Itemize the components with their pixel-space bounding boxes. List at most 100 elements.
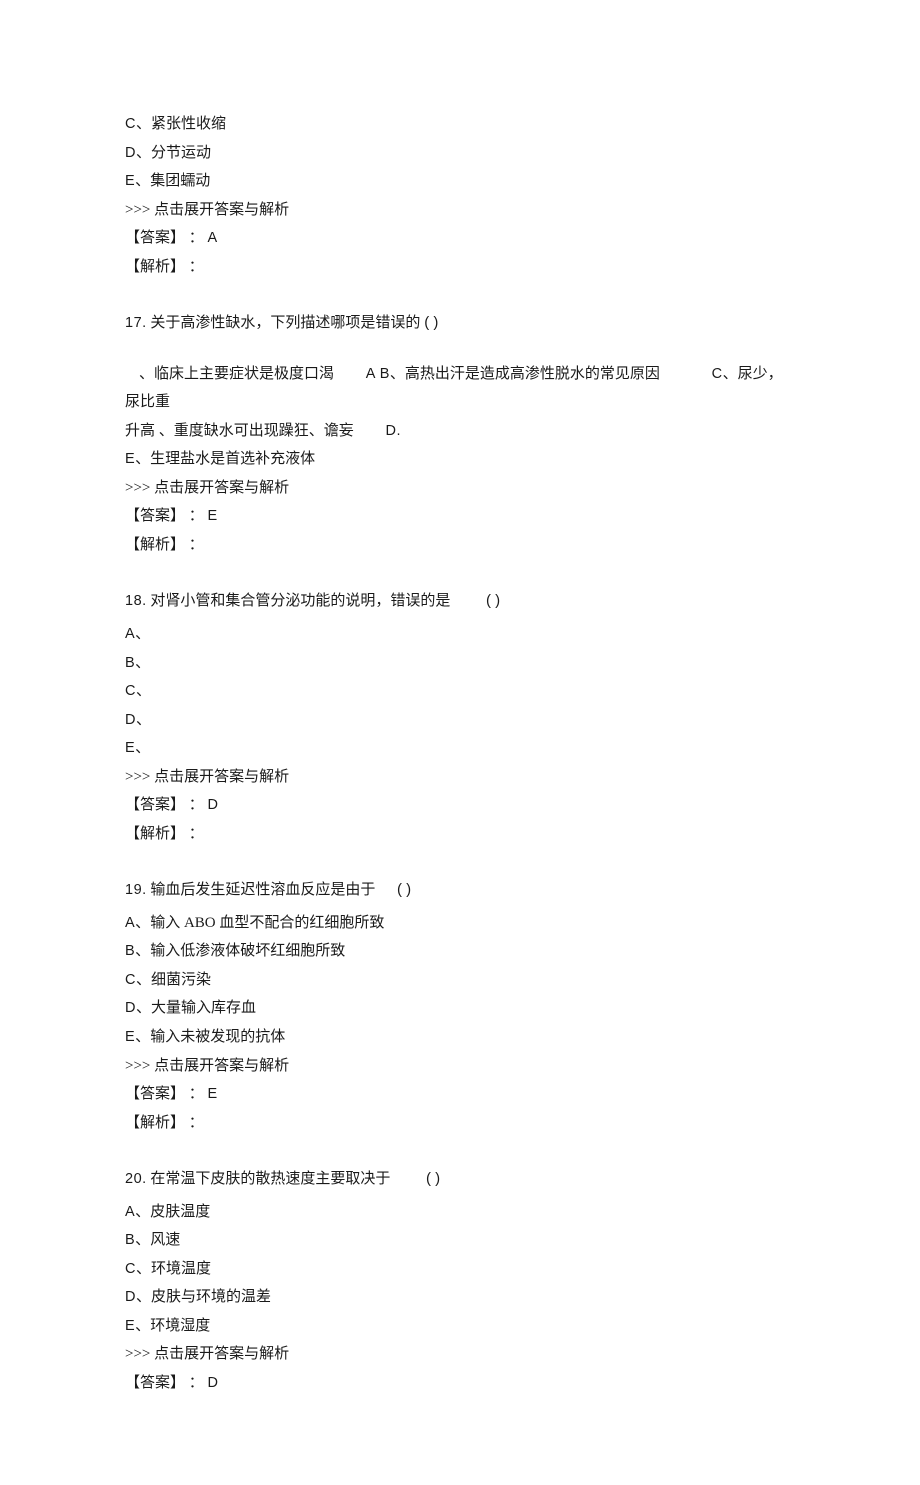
- option-c: C、紧张性收缩: [125, 110, 795, 139]
- option-tag: C: [125, 972, 136, 988]
- option-c: C、环境温度: [125, 1255, 795, 1284]
- question-18: 18. 对肾小管和集合管分泌功能的说明，错误的是 ( ) A、 B、 C、 D、…: [125, 587, 795, 848]
- option-d: D、皮肤与环境的温差: [125, 1283, 795, 1312]
- option-e: E、: [125, 734, 795, 763]
- option-tag: E: [125, 1029, 135, 1045]
- option-wrap-text: 升高 、重度缺水可出现躁狂、谵妄: [125, 423, 354, 439]
- option-tag: A: [125, 1204, 135, 1220]
- answer-line: 【答案】 ： A: [125, 224, 795, 253]
- explanation-line: 【解析】 ：: [125, 820, 795, 849]
- option-tag: E: [125, 740, 135, 756]
- option-e: E、环境湿度: [125, 1312, 795, 1341]
- explanation-line: 【解析】 ：: [125, 253, 795, 282]
- answer-line: 【答案】 ： E: [125, 1080, 795, 1109]
- paren: ( ): [426, 1170, 440, 1187]
- document-page: C、紧张性收缩 D、分节运动 E、集团蠕动 >>> 点击展开答案与解析 【答案】…: [0, 0, 920, 1485]
- answer-line: 【答案】 ： D: [125, 1369, 795, 1398]
- question-number: 20.: [125, 1171, 147, 1187]
- option-text: 集团蠕动: [150, 173, 210, 189]
- question-19: 19. 输血后发生延迟性溶血反应是由于 ( ) A、输入 ABO 血型不配合的红…: [125, 876, 795, 1137]
- paren: ( ): [397, 881, 411, 898]
- question-17: 17. 关于高渗性缺水，下列描述哪项是错误的 ( ) 、临床上主要症状是极度口渴…: [125, 309, 795, 559]
- stem-text: 关于高渗性缺水，下列描述哪项是错误的: [150, 315, 420, 331]
- option-text: 输入未被发现的抗体: [150, 1029, 285, 1045]
- question-number: 17.: [125, 315, 147, 331]
- option-tag: D: [125, 1000, 136, 1016]
- paren: ( ): [424, 314, 438, 331]
- answer-line: 【答案】 ： E: [125, 502, 795, 531]
- paren: ( ): [486, 592, 500, 609]
- option-text: 分节运动: [151, 145, 211, 161]
- expand-answer-link[interactable]: >>> 点击展开答案与解析: [125, 1052, 795, 1081]
- option-tag: E: [125, 173, 135, 189]
- expand-answer-link[interactable]: >>> 点击展开答案与解析: [125, 474, 795, 503]
- option-tag: C: [125, 1261, 136, 1277]
- answer-label: 【答案】 ：: [125, 230, 204, 246]
- option-e: E、输入未被发现的抗体: [125, 1023, 795, 1052]
- answer-value: E: [208, 1086, 218, 1102]
- option-b-text: 、高热出汗是造成高渗性脱水的常见原因: [390, 366, 660, 382]
- question-stem: 18. 对肾小管和集合管分泌功能的说明，错误的是 ( ): [125, 587, 795, 616]
- option-text: 大量输入库存血: [151, 1000, 256, 1016]
- option-b-tag: B: [380, 366, 390, 382]
- option-text: 环境湿度: [150, 1318, 210, 1334]
- option-c-tag: C: [712, 366, 723, 382]
- option-text: 输入 ABO 血型不配合的红细胞所致: [150, 915, 384, 931]
- expand-answer-link[interactable]: >>> 点击展开答案与解析: [125, 1340, 795, 1369]
- expand-answer-link[interactable]: >>> 点击展开答案与解析: [125, 196, 795, 225]
- option-text: 风速: [150, 1232, 180, 1248]
- option-tag: B: [125, 1232, 135, 1248]
- question-stem: 20. 在常温下皮肤的散热速度主要取决于 ( ): [125, 1165, 795, 1194]
- option-tag: A: [125, 915, 135, 931]
- option-b: B、: [125, 649, 795, 678]
- answer-label: 【答案】 ：: [125, 797, 204, 813]
- question-number: 18.: [125, 593, 147, 609]
- option-a-text: 、临床上主要症状是极度口渴: [139, 366, 334, 382]
- option-tag: D: [125, 145, 136, 161]
- option-a-tag: A: [366, 366, 376, 382]
- answer-label: 【答案】 ：: [125, 508, 204, 524]
- question-stem: 17. 关于高渗性缺水，下列描述哪项是错误的 ( ): [125, 309, 795, 338]
- answer-line: 【答案】 ： D: [125, 791, 795, 820]
- option-a: A、皮肤温度: [125, 1198, 795, 1227]
- option-text: 环境温度: [151, 1261, 211, 1277]
- option-tag: A: [125, 626, 135, 642]
- option-d: D、: [125, 706, 795, 735]
- option-tag: E: [125, 451, 135, 467]
- option-d: D、大量输入库存血: [125, 994, 795, 1023]
- options-line-2: 升高 、重度缺水可出现躁狂、谵妄 D.: [125, 417, 795, 446]
- expand-answer-link[interactable]: >>> 点击展开答案与解析: [125, 763, 795, 792]
- question-number: 19.: [125, 882, 147, 898]
- option-text: 细菌污染: [151, 972, 211, 988]
- option-c: C、: [125, 677, 795, 706]
- explanation-line: 【解析】 ：: [125, 531, 795, 560]
- option-text: 、生理盐水是首选补充液体: [135, 451, 315, 467]
- question-stem: 19. 输血后发生延迟性溶血反应是由于 ( ): [125, 876, 795, 905]
- option-tag: E: [125, 1318, 135, 1334]
- option-text: 紧张性收缩: [151, 116, 226, 132]
- explanation-line: 【解析】 ：: [125, 1109, 795, 1138]
- question-16-tail: C、紧张性收缩 D、分节运动 E、集团蠕动 >>> 点击展开答案与解析 【答案】…: [125, 110, 795, 281]
- answer-value: E: [208, 508, 218, 524]
- option-text: 皮肤温度: [150, 1204, 210, 1220]
- option-b: B、风速: [125, 1226, 795, 1255]
- option-text: 输入低渗液体破坏红细胞所致: [150, 943, 345, 959]
- answer-value: D: [208, 1375, 219, 1391]
- answer-label: 【答案】 ：: [125, 1375, 204, 1391]
- option-e: E、生理盐水是首选补充液体: [125, 445, 795, 474]
- option-tag: C: [125, 683, 136, 699]
- answer-value: A: [208, 230, 218, 246]
- option-d-tag: D.: [386, 423, 402, 439]
- options-line-1: 、临床上主要症状是极度口渴 A B、高热出汗是造成高渗性脱水的常见原因 C、尿少…: [125, 360, 795, 417]
- answer-label: 【答案】 ：: [125, 1086, 204, 1102]
- stem-text: 在常温下皮肤的散热速度主要取决于: [150, 1171, 390, 1187]
- stem-text: 输血后发生延迟性溶血反应是由于: [150, 882, 375, 898]
- option-tag: B: [125, 943, 135, 959]
- stem-text: 对肾小管和集合管分泌功能的说明，错误的是: [150, 593, 450, 609]
- option-d: D、分节运动: [125, 139, 795, 168]
- option-e: E、集团蠕动: [125, 167, 795, 196]
- answer-value: D: [208, 797, 219, 813]
- spacer: [125, 342, 795, 360]
- option-a: A、: [125, 620, 795, 649]
- option-a: A、输入 ABO 血型不配合的红细胞所致: [125, 909, 795, 938]
